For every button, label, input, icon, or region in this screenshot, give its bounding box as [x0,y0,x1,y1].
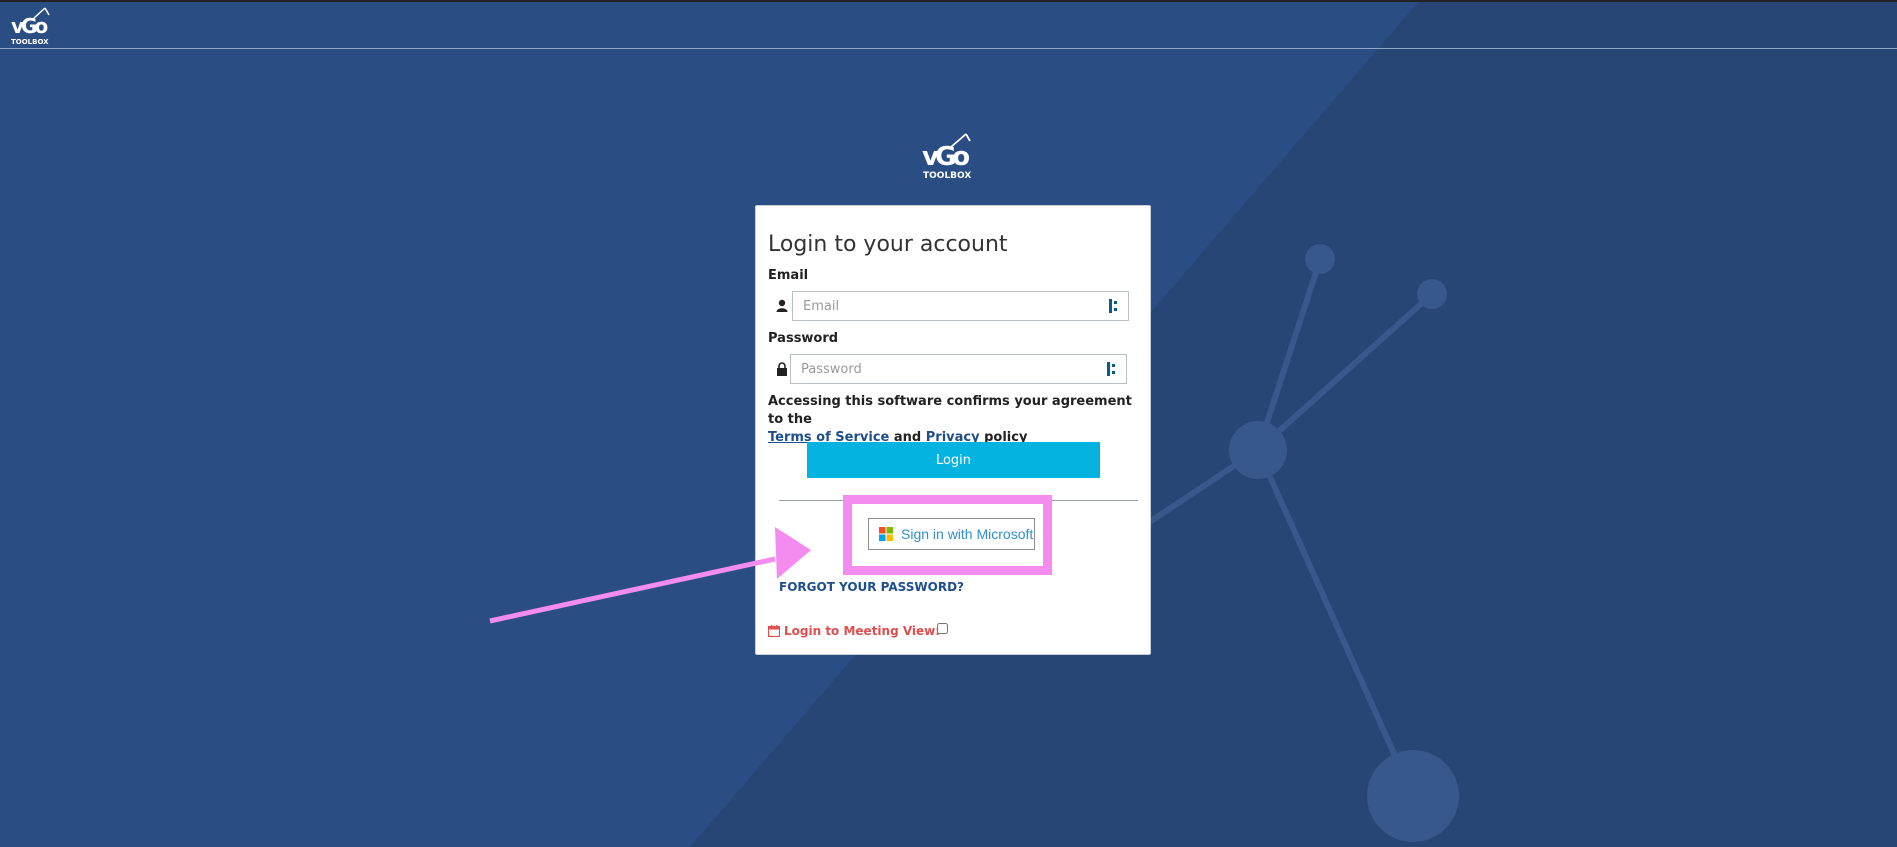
top-header-bar: vGo TOOLBOX [0,2,1897,49]
app-logo-small[interactable]: vGo TOOLBOX [9,6,59,46]
password-field[interactable] [790,354,1127,384]
app-logo: vGo TOOLBOX [922,133,973,181]
svg-text:vGo: vGo [922,142,969,172]
meeting-view-label: Login to Meeting View: [784,624,941,638]
password-label: Password [768,331,839,346]
login-title: Login to your account [768,232,1008,257]
annotation-highlight-box [843,495,1052,575]
forgot-password-link[interactable]: FORGOT YOUR PASSWORD? [779,580,964,594]
email-label: Email [768,268,809,283]
email-field[interactable] [792,291,1129,321]
lock-icon [777,362,787,376]
svg-text:TOOLBOX: TOOLBOX [11,38,49,46]
svg-text:TOOLBOX: TOOLBOX [923,171,971,181]
svg-text:vGo: vGo [11,14,47,38]
meeting-view-checkbox[interactable] [937,623,948,634]
user-icon [776,299,788,312]
calendar-icon [768,625,780,637]
password-manager-icon[interactable] [1109,299,1119,313]
login-button[interactable]: Login [807,442,1100,478]
agreement-prefix: Accessing this software confirms your ag… [768,394,1132,427]
password-manager-icon[interactable] [1107,362,1117,376]
agreement-text: Accessing this software confirms your ag… [768,393,1146,447]
meeting-view-option: Login to Meeting View: [768,624,940,638]
login-card: Login to your account Email Password Acc… [755,205,1151,655]
